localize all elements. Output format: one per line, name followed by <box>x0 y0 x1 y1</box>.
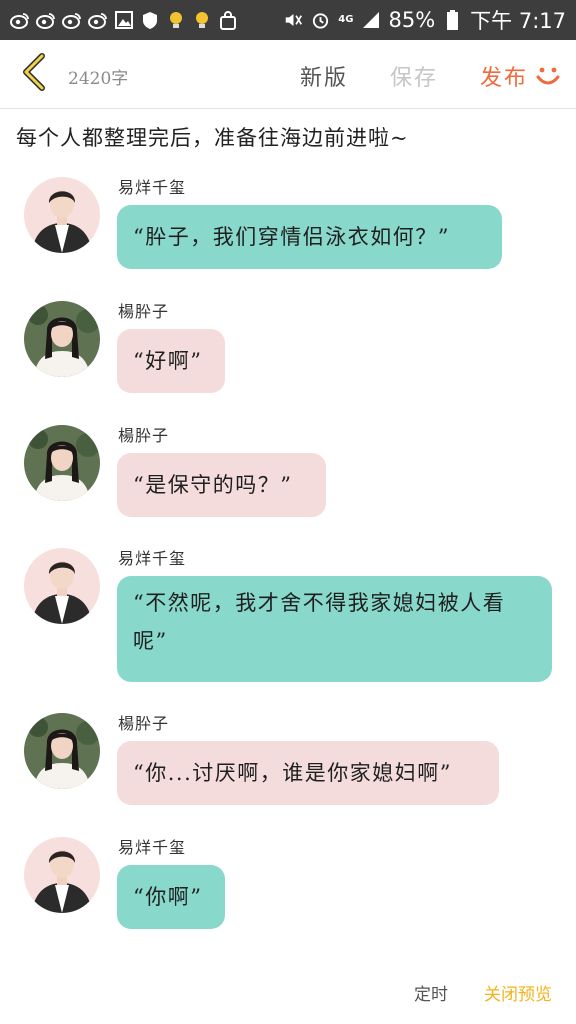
sender-name: 楊肸子 <box>118 714 170 733</box>
weibo-icon <box>36 11 55 30</box>
sender-name: 易烊千玺 <box>118 838 187 857</box>
image-icon <box>114 11 133 30</box>
avatar[interactable] <box>24 837 100 913</box>
message-bubble: “你...讨厌啊，谁是你家媳妇啊” <box>117 741 499 805</box>
signal-icon <box>361 11 380 30</box>
message-bubble: “不然呢，我才舍不得我家媳妇被人看呢” <box>117 576 552 682</box>
avatar[interactable] <box>24 301 100 377</box>
sender-name: 易烊千玺 <box>118 178 187 197</box>
close-preview-button[interactable]: 关闭预览 <box>484 980 552 1005</box>
bulb-icon <box>192 11 211 30</box>
back-button[interactable] <box>14 52 54 96</box>
weibo-icon <box>62 11 81 30</box>
message-text: “肸子，我们穿情侣泳衣如何？” <box>133 225 450 249</box>
message-text: “你啊” <box>133 885 203 909</box>
word-count: 2420字 <box>68 69 129 89</box>
alarm-icon <box>311 11 330 30</box>
mute-icon <box>284 11 303 30</box>
publish-button[interactable]: 发布 <box>480 60 528 92</box>
weibo-icon <box>88 11 107 30</box>
smile-icon[interactable] <box>534 62 562 90</box>
avatar[interactable] <box>24 425 100 501</box>
editor-toolbar: 2420字 新版 保存 发布 <box>0 40 576 109</box>
sender-name: 楊肸子 <box>118 302 170 321</box>
message-text: “你...讨厌啊，谁是你家媳妇啊” <box>133 761 452 785</box>
narration-text: 每个人都整理完后，准备往海边前进啦~ <box>16 126 409 150</box>
weibo-icon <box>10 11 29 30</box>
message-text: “好啊” <box>133 349 203 373</box>
bag-icon <box>218 10 237 30</box>
message-bubble: “你啊” <box>117 865 225 929</box>
message-bubble: “好啊” <box>117 329 225 393</box>
message-text: “不然呢，我才舍不得我家媳妇被人看呢” <box>133 591 506 653</box>
save-button[interactable]: 保存 <box>390 60 438 92</box>
message-bubble: “是保守的吗？” <box>117 453 326 517</box>
avatar[interactable] <box>24 713 100 789</box>
notification-icons <box>10 0 237 40</box>
clock: 下午 7:17 <box>470 9 566 33</box>
bulb-icon <box>166 11 185 30</box>
shield-icon <box>140 11 159 30</box>
chevron-left-icon <box>20 52 48 96</box>
sender-name: 易烊千玺 <box>118 549 187 568</box>
message-bubble: “肸子，我们穿情侣泳衣如何？” <box>117 205 502 269</box>
message-text: “是保守的吗？” <box>133 473 293 497</box>
network-type: 4G <box>338 14 354 25</box>
new-version-button[interactable]: 新版 <box>300 60 348 92</box>
status-bar: 4G 85% 下午 7:17 <box>0 0 576 40</box>
battery-percent: 85% <box>388 8 436 32</box>
sender-name: 楊肸子 <box>118 426 170 445</box>
avatar[interactable] <box>24 177 100 253</box>
timer-button[interactable]: 定时 <box>414 980 448 1005</box>
status-right: 4G 85% 下午 7:17 <box>284 0 566 40</box>
battery-icon <box>443 10 462 30</box>
avatar[interactable] <box>24 548 100 624</box>
